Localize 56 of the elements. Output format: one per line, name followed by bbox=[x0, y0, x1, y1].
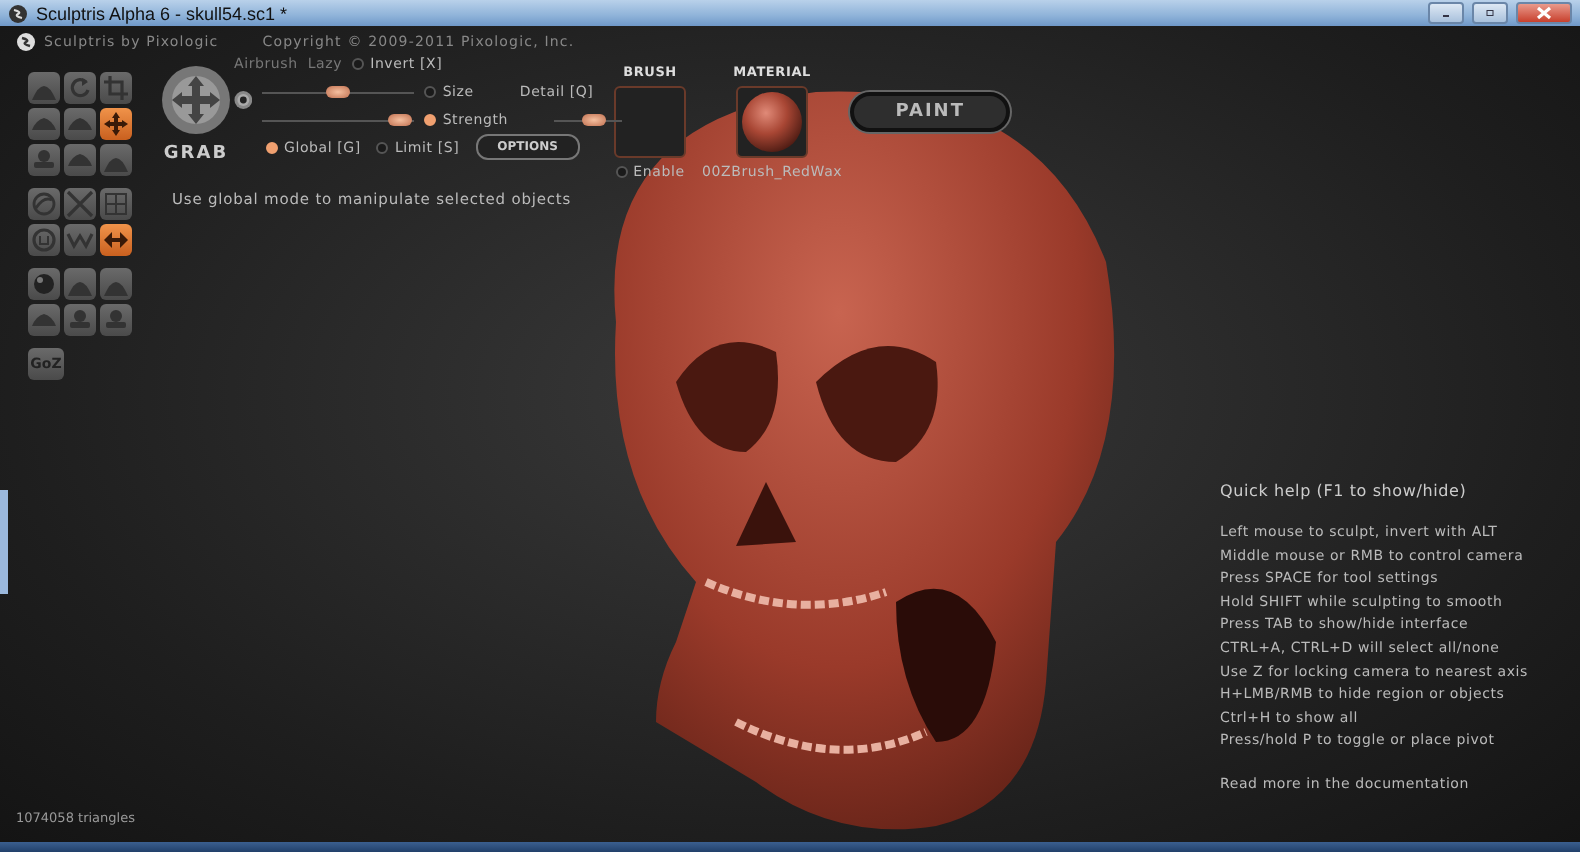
swirl-icon bbox=[30, 190, 58, 218]
toggle-dot[interactable] bbox=[615, 166, 628, 178]
tool-button[interactable] bbox=[28, 72, 60, 104]
tool-button[interactable] bbox=[28, 224, 60, 256]
tool-button[interactable] bbox=[100, 144, 132, 176]
cross-icon bbox=[66, 190, 94, 218]
material-sphere-icon bbox=[740, 90, 805, 154]
tool-button[interactable] bbox=[64, 268, 96, 300]
toggle-dot[interactable] bbox=[424, 114, 437, 126]
tool-button[interactable] bbox=[64, 144, 96, 176]
tool-button[interactable] bbox=[64, 224, 96, 256]
logo-icon bbox=[16, 32, 36, 52]
blob-icon bbox=[30, 146, 58, 174]
tool-button[interactable] bbox=[64, 188, 96, 220]
slider-thumb[interactable] bbox=[326, 85, 351, 97]
blob-icon bbox=[66, 306, 94, 334]
grab-tool-icon[interactable] bbox=[160, 64, 232, 136]
app-icon bbox=[8, 3, 28, 23]
grid-icon bbox=[102, 190, 130, 218]
toggle-dot[interactable] bbox=[266, 141, 278, 153]
minimize-button[interactable] bbox=[1428, 2, 1464, 24]
paint-button[interactable]: PAINT bbox=[850, 92, 1011, 132]
double-arrow-icon bbox=[102, 226, 130, 254]
tool-button[interactable] bbox=[100, 108, 132, 140]
toggle-dot[interactable] bbox=[352, 58, 365, 70]
rotate-icon bbox=[66, 74, 94, 102]
tool-button[interactable] bbox=[28, 108, 60, 140]
tool-name: GRAB bbox=[163, 144, 229, 164]
window-title: Sculptris Alpha 6 - skull54.sc1 * bbox=[36, 3, 290, 23]
slider-thumb[interactable] bbox=[387, 113, 412, 125]
tool-button[interactable] bbox=[28, 268, 60, 300]
toggle-dot[interactable] bbox=[376, 141, 389, 153]
tool-button[interactable] bbox=[100, 72, 132, 104]
tool-button[interactable] bbox=[28, 144, 60, 176]
crop-icon bbox=[102, 74, 130, 102]
tool-button[interactable] bbox=[64, 72, 96, 104]
slider-thumb[interactable] bbox=[582, 113, 607, 125]
close-button[interactable] bbox=[1516, 2, 1572, 24]
maximize-icon bbox=[1486, 6, 1494, 20]
arrows-icon bbox=[102, 110, 130, 138]
tool-button[interactable] bbox=[28, 188, 60, 220]
ring-icon bbox=[30, 226, 58, 254]
tool-button[interactable] bbox=[100, 224, 132, 256]
sphere-icon bbox=[30, 270, 58, 298]
maximize-button[interactable] bbox=[1472, 2, 1508, 24]
tool-button[interactable] bbox=[100, 188, 132, 220]
blob-icon bbox=[102, 306, 130, 334]
material-slot[interactable] bbox=[736, 86, 809, 158]
tool-button[interactable] bbox=[28, 304, 60, 336]
tool-button[interactable] bbox=[100, 268, 132, 300]
toggle-dot[interactable] bbox=[424, 86, 437, 98]
tool-button[interactable] bbox=[64, 108, 96, 140]
tool-button[interactable] bbox=[64, 304, 96, 336]
tool-button[interactable] bbox=[100, 304, 132, 336]
help-title: Quick help (F1 to show/hide) bbox=[1220, 482, 1469, 500]
close-icon bbox=[1536, 6, 1552, 20]
